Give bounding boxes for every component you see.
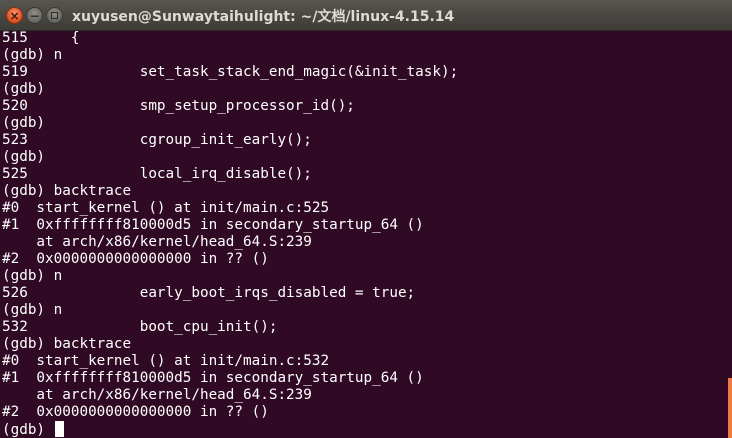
close-icon: × <box>9 8 20 23</box>
terminal-line: (gdb) backtrace <box>2 183 132 199</box>
terminal-window: × − xuyusen@Sunwaytaihulight: ~/文档/linux… <box>0 0 732 438</box>
window-title: xuyusen@Sunwaytaihulight: ~/文档/linux-4.1… <box>72 9 455 25</box>
terminal-line: (gdb) n <box>2 47 63 63</box>
scrollbar-thumb[interactable] <box>728 378 732 438</box>
text-cursor <box>54 421 64 437</box>
minimize-button[interactable]: − <box>26 7 43 24</box>
gdb-prompt: (gdb) <box>2 422 54 438</box>
terminal-line: 532 boot_cpu_init(); <box>2 319 278 335</box>
terminal-line: 519 set_task_stack_end_magic(&init_task)… <box>2 64 459 80</box>
prompt-line[interactable]: (gdb) <box>2 421 728 438</box>
terminal-line: #1 0xffffffff810000d5 in secondary_start… <box>2 217 424 233</box>
close-button[interactable]: × <box>6 7 23 24</box>
terminal-line: 525 local_irq_disable(); <box>2 166 312 182</box>
terminal-line: at arch/x86/kernel/head_64.S:239 <box>2 387 312 403</box>
maximize-icon <box>51 12 58 19</box>
terminal-line: (gdb) <box>2 81 46 97</box>
terminal-line: (gdb) backtrace <box>2 336 132 352</box>
terminal-line: (gdb) n <box>2 302 63 318</box>
terminal-output[interactable]: 515 {(gdb) n 519 set_task_stack_end_magic… <box>2 30 728 438</box>
terminal-line: 520 smp_setup_processor_id(); <box>2 98 355 114</box>
terminal-line: (gdb) <box>2 115 46 131</box>
terminal-line: 526 early_boot_irqs_disabled = true; <box>2 285 416 301</box>
terminal-line: #1 0xffffffff810000d5 in secondary_start… <box>2 370 424 386</box>
terminal-line: at arch/x86/kernel/head_64.S:239 <box>2 234 312 250</box>
terminal-line: #2 0x0000000000000000 in ?? () <box>2 251 269 267</box>
title-bar[interactable]: × − xuyusen@Sunwaytaihulight: ~/文档/linux… <box>0 0 732 31</box>
minimize-icon: − <box>29 8 40 23</box>
terminal-line: (gdb) n <box>2 268 63 284</box>
terminal-line: #0 start_kernel () at init/main.c:532 <box>2 353 330 369</box>
terminal-line: 515 { <box>2 30 80 46</box>
terminal-line: #2 0x0000000000000000 in ?? () <box>2 404 269 420</box>
terminal-line: #0 start_kernel () at init/main.c:525 <box>2 200 330 216</box>
maximize-button[interactable] <box>46 7 63 24</box>
terminal-line: (gdb) <box>2 149 46 165</box>
terminal-line: 523 cgroup_init_early(); <box>2 132 312 148</box>
